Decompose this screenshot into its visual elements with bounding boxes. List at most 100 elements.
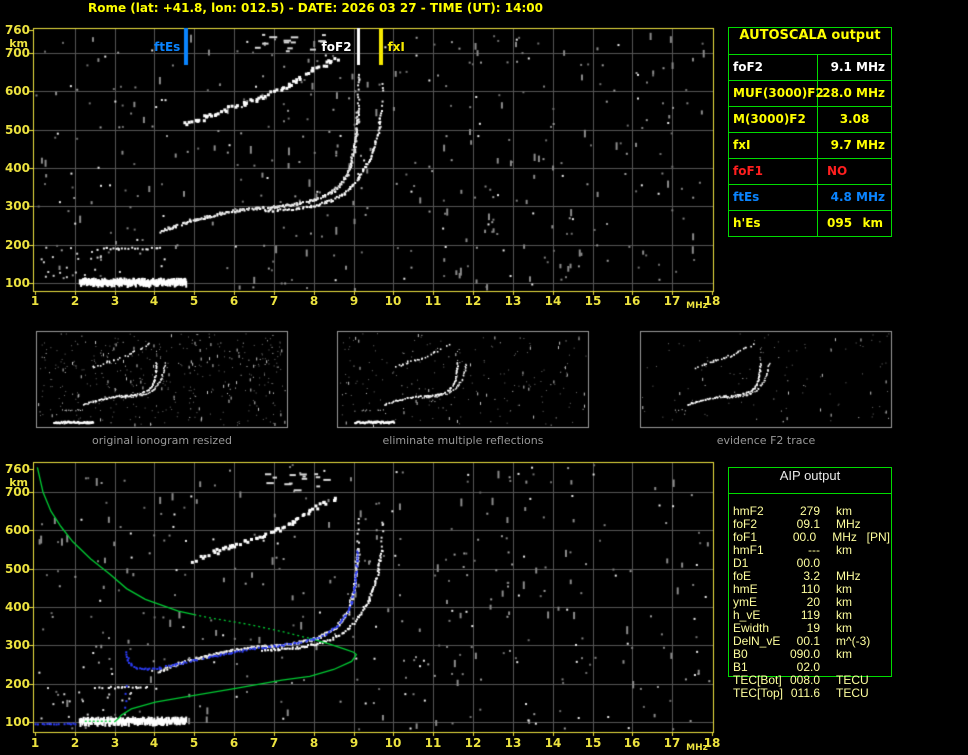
- x-tick-label: 11: [424, 294, 442, 308]
- aip-unit: TECU: [836, 673, 869, 687]
- x-tick-label: 6: [229, 294, 239, 308]
- marker-label-fxi: fxI: [387, 40, 405, 54]
- x-tick-label: 16: [623, 294, 641, 308]
- aip-unit: km: [836, 543, 852, 557]
- aip-value: 3.2: [803, 569, 820, 583]
- autoscala-row-label: ftEs: [729, 185, 818, 210]
- y-tick-label: 600: [4, 84, 30, 98]
- aip-label: foE: [733, 569, 752, 583]
- autoscala-row-value: 28.0 MHz: [822, 86, 885, 100]
- station-title: Rome (lat: +41.8, lon: 012.5) - DATE: 20…: [88, 1, 543, 15]
- x-tick-label: 7: [269, 736, 279, 750]
- marker-label-fof2: foF2: [321, 40, 352, 54]
- thumbnail-caption-eliminate: eliminate multiple reflections: [382, 434, 544, 447]
- thumbnail-caption-original: original ionogram resized: [92, 434, 232, 447]
- autoscala-app-window: Rome (lat: +41.8, lon: 012.5) - DATE: 20…: [0, 0, 968, 755]
- aip-unit: km: [836, 582, 852, 596]
- aip-value: 20: [806, 595, 820, 609]
- aip-value: 19: [806, 621, 820, 635]
- autoscala-row: M(3000)F2 3.08: [729, 107, 891, 133]
- autoscala-row-value: 4.8 MHz: [830, 190, 885, 204]
- x-tick-label: 4: [149, 736, 159, 750]
- x-tick-label: 14: [544, 294, 562, 308]
- aip-unit: km: [836, 595, 852, 609]
- x-tick-label: 17: [663, 736, 681, 750]
- autoscala-table-header: AUTOSCALA output: [729, 28, 891, 55]
- y-tick-label: 100: [4, 715, 30, 729]
- autoscala-row-value: 9.7 MHz: [830, 138, 885, 152]
- autoscala-row: h'Es 095 km: [729, 211, 891, 236]
- aip-value: 110: [800, 582, 820, 596]
- x-tick-label: 2: [70, 294, 80, 308]
- aip-row: TEC[Bot] 008.0 TECU: [728, 673, 890, 687]
- aip-unit: MHz: [836, 569, 861, 583]
- x-tick-label: 17: [663, 294, 681, 308]
- x-tick-label: 18: [703, 736, 721, 750]
- autoscala-row-value: 3.08: [839, 112, 870, 126]
- x-tick-label: 14: [544, 736, 562, 750]
- x-tick-label: 1: [30, 736, 40, 750]
- y-tick-label: 400: [4, 161, 30, 175]
- x-tick-label: 1: [30, 294, 40, 308]
- autoscala-row: foF1 NO: [729, 159, 891, 185]
- x-tick-label: 9: [349, 294, 359, 308]
- aip-row: foE 3.2 MHz: [728, 569, 890, 583]
- autoscala-row: foF2 9.1 MHz: [729, 55, 891, 81]
- x-tick-label: 12: [464, 736, 482, 750]
- y-tick-label: 600: [4, 523, 30, 537]
- x-tick-label: 3: [110, 294, 120, 308]
- x-tick-label: 4: [149, 294, 159, 308]
- aip-row: B0 090.0 km: [728, 647, 890, 661]
- aip-extra: [PN]: [866, 530, 891, 544]
- aip-table-body: hmF2 279 km foF2 09.1 MHz foF1 00.0 MHz [PN] hmF1 -…: [728, 504, 891, 700]
- autoscala-row-label: fxI: [729, 133, 818, 158]
- autoscala-row: ftEs 4.8 MHz: [729, 185, 891, 211]
- aip-label: foF1: [733, 530, 758, 544]
- x-tick-label: 6: [229, 736, 239, 750]
- x-tick-label: 5: [189, 736, 199, 750]
- aip-row: hmF2 279 km: [728, 504, 890, 518]
- x-tick-label: 18: [703, 294, 721, 308]
- aip-value: 090.0: [790, 647, 821, 661]
- aip-value: 00.0: [796, 556, 820, 570]
- aip-label: hmE: [733, 582, 758, 596]
- y-tick-label: 200: [4, 238, 30, 252]
- aip-row: h_vE 119 km: [728, 608, 890, 622]
- x-tick-label: 15: [584, 294, 602, 308]
- aip-value: 09.1: [796, 517, 820, 531]
- x-tick-label: 8: [309, 294, 319, 308]
- aip-row: B1 02.0: [728, 660, 890, 674]
- aip-row: Ewidth 19 km: [728, 621, 890, 635]
- aip-unit: km: [836, 621, 852, 635]
- aip-row: hmE 110 km: [728, 582, 890, 596]
- autoscala-row-label: foF2: [729, 55, 818, 80]
- x-tick-label: 3: [110, 736, 120, 750]
- x-tick-label: 13: [504, 294, 522, 308]
- aip-label: B1: [733, 660, 748, 674]
- aip-unit: MHz: [836, 517, 861, 531]
- aip-label: h_vE: [733, 608, 761, 622]
- x-tick-label: 11: [424, 736, 442, 750]
- aip-row: foF2 09.1 MHz: [728, 517, 890, 531]
- x-tick-label: 8: [309, 736, 319, 750]
- aip-value: 011.6: [790, 686, 820, 700]
- aip-row: D1 00.0: [728, 556, 890, 570]
- autoscala-row-label: MUF(3000)F2: [729, 81, 824, 106]
- aip-label: DelN_vE: [733, 634, 781, 648]
- aip-value: 279: [799, 504, 820, 518]
- x-tick-label: 13: [504, 736, 522, 750]
- y-tick-label: 700: [4, 46, 30, 60]
- y-tick-label: 500: [4, 123, 30, 137]
- autoscala-row-value: 095 km: [827, 216, 883, 230]
- aip-label: TEC[Bot]: [733, 673, 782, 687]
- autoscala-row-value: 9.1 MHz: [830, 60, 885, 74]
- aip-table-header: AIP output: [729, 468, 891, 494]
- aip-value: 00.0: [792, 530, 817, 544]
- autoscala-row-value: NO: [827, 164, 848, 178]
- aip-value: 02.0: [796, 660, 820, 674]
- aip-value: 119: [800, 608, 820, 622]
- aip-label: hmF2: [733, 504, 764, 518]
- aip-row: TEC[Top] 011.6 TECU: [728, 686, 890, 700]
- aip-label: D1: [733, 556, 749, 570]
- aip-row: hmF1 --- km: [728, 543, 890, 557]
